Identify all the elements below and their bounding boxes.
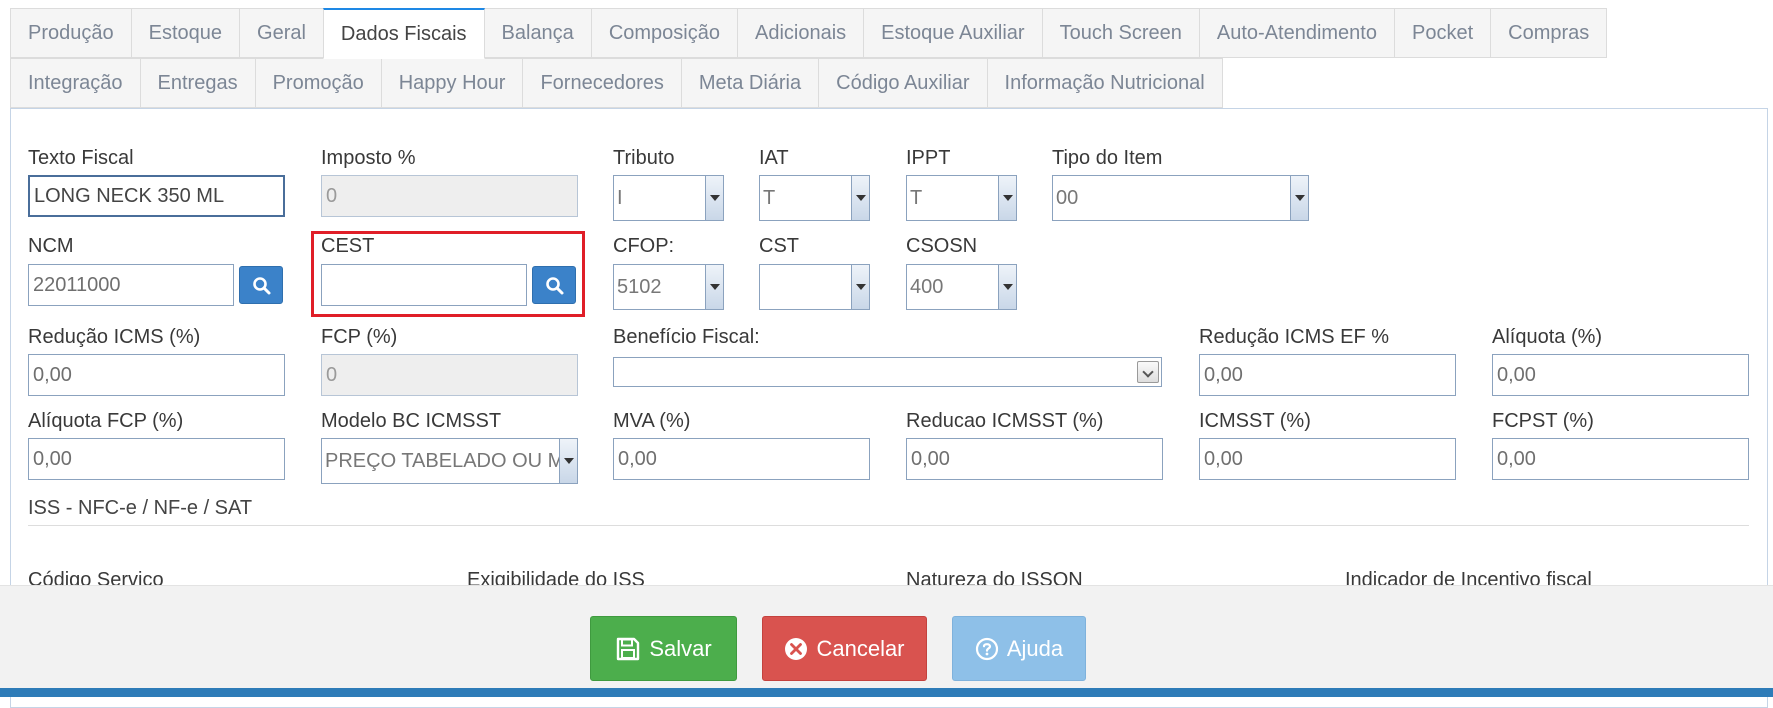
question-circle-icon <box>975 637 998 660</box>
help-button[interactable]: Ajuda <box>952 616 1086 681</box>
cancel-button-label: Cancelar <box>816 635 905 661</box>
tab-adicionais[interactable]: Adicionais <box>736 8 865 58</box>
tabs-row-2: Integração Entregas Promoção Happy Hour … <box>10 58 1223 108</box>
ncm-input[interactable]: 22011000 <box>28 264 234 306</box>
aliquota-fcp-label: Alíquota FCP (%) <box>28 410 184 432</box>
chevron-down-icon <box>1137 361 1159 383</box>
close-circle-icon <box>785 637 808 660</box>
fcpst-label: FCPST (%) <box>1492 410 1594 432</box>
aliquota-label: Alíquota (%) <box>1492 326 1603 348</box>
iat-label: IAT <box>759 147 789 169</box>
cst-select[interactable] <box>759 264 870 310</box>
icmsst-input[interactable]: 0,00 <box>1199 438 1456 480</box>
mva-input[interactable]: 0,00 <box>613 438 870 480</box>
reducao-icms-ef-label: Redução ICMS EF % <box>1199 326 1390 348</box>
iss-section-divider <box>28 525 1749 526</box>
ncm-search-button[interactable] <box>239 266 283 304</box>
tipo-item-value: 00 <box>1056 187 1079 209</box>
tab-touch-screen[interactable]: Touch Screen <box>1041 8 1200 58</box>
bottom-accent-strip <box>0 688 1773 697</box>
cancel-button[interactable]: Cancelar <box>762 616 927 681</box>
reducao-icms-label: Redução ICMS (%) <box>28 326 201 348</box>
mva-label: MVA (%) <box>613 410 691 432</box>
cst-label: CST <box>759 235 799 257</box>
ippt-value: T <box>910 187 923 209</box>
beneficio-fiscal-label: Benefício Fiscal: <box>613 326 760 348</box>
tributo-value: I <box>617 187 623 209</box>
tab-promocao[interactable]: Promoção <box>254 58 382 108</box>
csosn-value: 400 <box>910 276 944 298</box>
fcpst-input[interactable]: 0,00 <box>1492 438 1749 480</box>
save-button[interactable]: Salvar <box>590 616 737 681</box>
save-button-label: Salvar <box>649 635 712 661</box>
chevron-down-icon <box>559 439 577 483</box>
csosn-select[interactable]: 400 <box>906 264 1017 310</box>
cst-value <box>760 265 851 309</box>
tab-integracao[interactable]: Integração <box>10 58 141 108</box>
iat-select[interactable]: T <box>759 175 870 221</box>
tab-fornecedores[interactable]: Fornecedores <box>522 58 682 108</box>
aliquota-input[interactable]: 0,00 <box>1492 354 1749 396</box>
tab-happy-hour[interactable]: Happy Hour <box>380 58 524 108</box>
cfop-value: 5102 <box>617 276 662 298</box>
aliquota-fcp-input[interactable]: 0,00 <box>28 438 285 480</box>
chevron-down-icon <box>1290 176 1308 220</box>
reducao-icms-input[interactable]: 0,00 <box>28 354 285 396</box>
reducao-icmsst-label: Reducao ICMSST (%) <box>906 410 1104 432</box>
cfop-select[interactable]: 5102 <box>613 264 724 310</box>
imposto-label: Imposto % <box>321 147 416 169</box>
modelo-bc-icmsst-select[interactable]: PREÇO TABELADO OU M <box>321 438 578 484</box>
tab-pocket[interactable]: Pocket <box>1393 8 1492 58</box>
cest-input[interactable] <box>321 264 527 306</box>
ncm-label: NCM <box>28 235 74 257</box>
tipo-item-select[interactable]: 00 <box>1052 175 1309 221</box>
modelo-bc-icmsst-value: PREÇO TABELADO OU M <box>325 450 559 472</box>
chevron-down-icon <box>998 265 1016 309</box>
icmsst-label: ICMSST (%) <box>1199 410 1311 432</box>
tabs-row-1: Produção Estoque Geral Dados Fiscais Bal… <box>10 8 1608 59</box>
chevron-down-icon <box>851 265 869 309</box>
modelo-bc-icmsst-label: Modelo BC ICMSST <box>321 410 502 432</box>
reducao-icms-ef-input[interactable]: 0,00 <box>1199 354 1456 396</box>
fcp-label: FCP (%) <box>321 326 398 348</box>
csosn-label: CSOSN <box>906 235 978 257</box>
cest-label: CEST <box>321 235 375 257</box>
beneficio-fiscal-select[interactable] <box>613 357 1162 387</box>
texto-fiscal-input[interactable]: LONG NECK 350 ML <box>28 175 285 217</box>
tab-geral[interactable]: Geral <box>239 8 324 58</box>
tab-producao[interactable]: Produção <box>10 8 132 58</box>
tab-meta-diaria[interactable]: Meta Diária <box>680 58 820 108</box>
imposto-input: 0 <box>321 175 578 217</box>
tipo-item-label: Tipo do Item <box>1052 147 1163 169</box>
help-button-label: Ajuda <box>1006 635 1064 661</box>
tab-dados-fiscais[interactable]: Dados Fiscais <box>322 8 485 59</box>
cfop-label: CFOP: <box>613 235 675 257</box>
tab-estoque-auxiliar[interactable]: Estoque Auxiliar <box>863 8 1043 58</box>
tributo-label: Tributo <box>613 147 675 169</box>
chevron-down-icon <box>998 176 1016 220</box>
tab-codigo-auxiliar[interactable]: Código Auxiliar <box>818 58 988 108</box>
tab-balanca[interactable]: Balança <box>483 8 592 58</box>
chevron-down-icon <box>851 176 869 220</box>
search-icon <box>253 277 271 295</box>
tab-entregas[interactable]: Entregas <box>139 58 256 108</box>
tab-compras[interactable]: Compras <box>1490 8 1608 58</box>
tab-informacao-nutricional[interactable]: Informação Nutricional <box>986 58 1223 108</box>
tab-auto-atendimento[interactable]: Auto-Atendimento <box>1198 8 1395 58</box>
search-icon <box>546 277 564 295</box>
ippt-select[interactable]: T <box>906 175 1017 221</box>
reducao-icmsst-input[interactable]: 0,00 <box>906 438 1163 480</box>
chevron-down-icon <box>705 176 723 220</box>
fcp-input: 0 <box>321 354 578 396</box>
iat-value: T <box>763 187 776 209</box>
cest-search-button[interactable] <box>532 266 576 304</box>
chevron-down-icon <box>705 265 723 309</box>
tributo-select[interactable]: I <box>613 175 724 221</box>
tab-composicao[interactable]: Composição <box>590 8 738 58</box>
tab-estoque[interactable]: Estoque <box>130 8 241 58</box>
iss-section-title: ISS - NFC-e / NF-e / SAT <box>28 497 253 519</box>
floppy-disk-icon <box>617 637 640 660</box>
texto-fiscal-label: Texto Fiscal <box>28 147 134 169</box>
ippt-label: IPPT <box>906 147 951 169</box>
